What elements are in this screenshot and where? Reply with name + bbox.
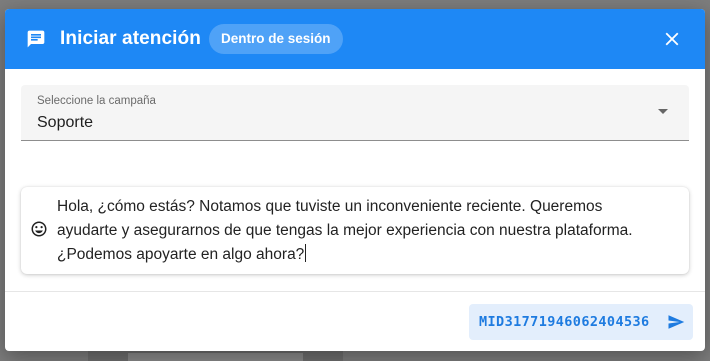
start-attention-dialog: Iniciar atención Dentro de sesión Selecc… bbox=[5, 9, 705, 351]
text-cursor bbox=[305, 244, 307, 262]
send-button-label: MID31771946062404536 bbox=[479, 314, 650, 330]
close-icon[interactable] bbox=[661, 28, 683, 50]
footer-divider bbox=[5, 291, 705, 292]
backdrop bbox=[88, 350, 343, 361]
message-line: Hola, ¿cómo estás? Notamos que tuviste u… bbox=[57, 198, 603, 215]
dialog-title: Iniciar atención bbox=[60, 28, 201, 49]
emoji-icon[interactable] bbox=[30, 220, 48, 238]
message-composer: Hola, ¿cómo estás? Notamos que tuviste u… bbox=[21, 187, 689, 274]
dialog-header: Iniciar atención Dentro de sesión bbox=[5, 9, 705, 69]
message-line: ayudarte y asegurarnos de que tengas la … bbox=[57, 222, 633, 239]
message-input[interactable]: Hola, ¿cómo estás? Notamos que tuviste u… bbox=[57, 195, 677, 267]
campaign-select-label: Seleccione la campaña bbox=[37, 95, 156, 107]
send-icon bbox=[667, 313, 685, 331]
chat-icon bbox=[26, 29, 46, 49]
campaign-select-value: Soporte bbox=[37, 114, 94, 131]
dropdown-arrow-icon[interactable] bbox=[658, 109, 668, 114]
campaign-select[interactable]: Seleccione la campaña Soporte bbox=[21, 85, 689, 141]
session-status-chip: Dentro de sesión bbox=[208, 24, 343, 54]
backdrop-element bbox=[128, 353, 303, 361]
message-line: ¿Podemos apoyarte en algo ahora? bbox=[57, 246, 305, 263]
send-button[interactable]: MID31771946062404536 bbox=[469, 304, 693, 340]
